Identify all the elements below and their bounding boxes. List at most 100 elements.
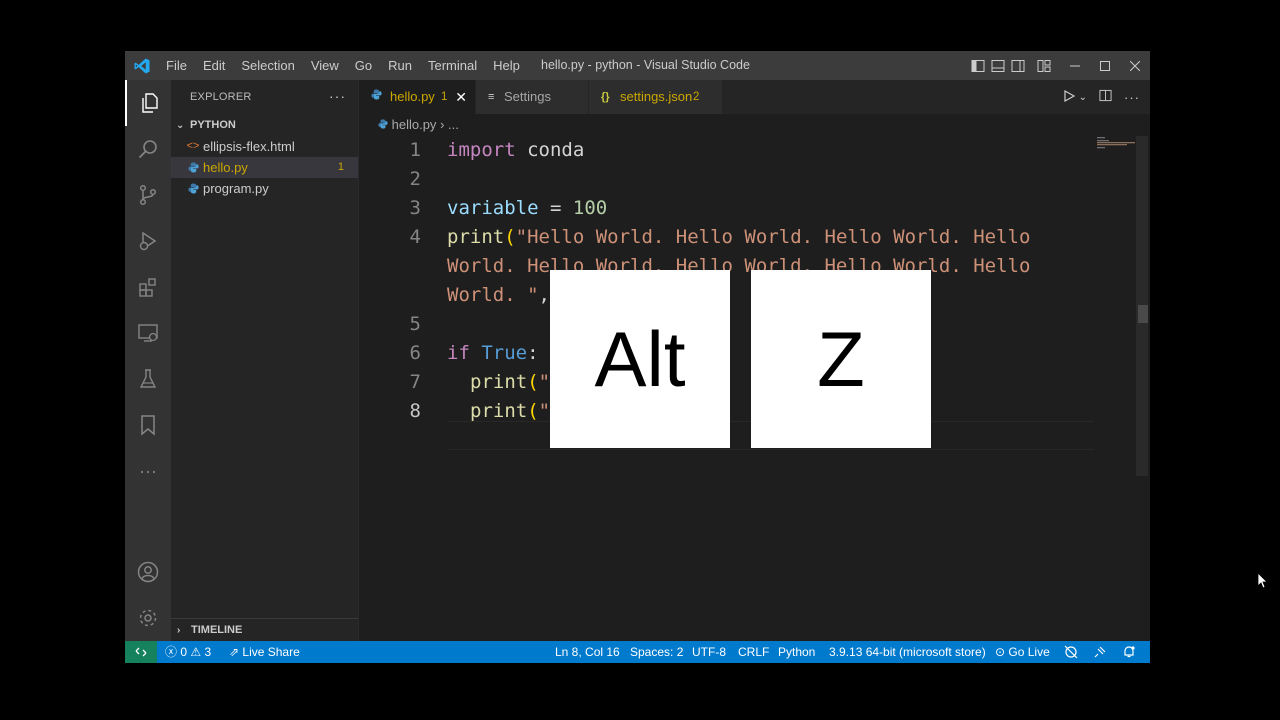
- python-file-icon: [186, 178, 200, 202]
- extensions-icon[interactable]: [125, 264, 171, 310]
- menu-selection[interactable]: Selection: [241, 58, 294, 73]
- vscode-logo-icon: [134, 58, 150, 74]
- eol-setting[interactable]: CRLF: [738, 641, 769, 663]
- live-share-label: Live Share: [242, 645, 300, 659]
- manage-gear-icon[interactable]: [125, 595, 171, 641]
- menu-edit[interactable]: Edit: [203, 58, 225, 73]
- tab-hello-py[interactable]: hello.py 1 ✕: [359, 80, 476, 114]
- file-ellipsis-flex-html[interactable]: <> ellipsis-flex.html: [171, 136, 358, 157]
- notifications-bell-icon[interactable]: [1122, 641, 1136, 663]
- tab-bar: hello.py 1 ✕ ≡ Settings {} settings.json…: [359, 80, 1150, 114]
- explorer-more-actions[interactable]: ···: [329, 80, 346, 112]
- folder-label: PYTHON: [190, 119, 236, 131]
- toggle-panel-icon[interactable]: [988, 51, 1008, 80]
- python-interpreter[interactable]: 3.9.13 64-bit (microsoft store): [829, 641, 986, 663]
- line-number: 4: [409, 226, 421, 248]
- toggle-sidebar-icon[interactable]: [968, 51, 988, 80]
- code-line-4-wrap-2: World. ",: [447, 284, 550, 306]
- customize-layout-icon[interactable]: [1034, 51, 1054, 80]
- tab-problem-badge: 1: [441, 91, 448, 103]
- code-line-8: print(": [470, 400, 551, 422]
- minimap[interactable]: [1097, 136, 1137, 150]
- warning-icon: ⚠: [190, 645, 202, 659]
- go-live-label: Go Live: [1008, 645, 1050, 659]
- run-dropdown-chevron-icon[interactable]: ⌄: [1079, 92, 1087, 103]
- search-icon[interactable]: [125, 126, 171, 172]
- file-name: ellipsis-flex.html: [203, 139, 295, 154]
- explorer-sidebar: EXPLORER ··· ⌄ PYTHON <> ellipsis-flex.ht…: [171, 80, 359, 641]
- timeline-label: TIMELINE: [191, 624, 243, 636]
- problems-indicator[interactable]: ⓧ 0 ⚠ 3: [165, 641, 211, 663]
- json-braces-icon: {}: [601, 91, 610, 103]
- menu-help[interactable]: Help: [493, 58, 520, 73]
- menu-bar: File Edit Selection View Go Run Terminal…: [166, 51, 536, 80]
- menu-terminal[interactable]: Terminal: [428, 58, 477, 73]
- maximize-button[interactable]: [1090, 51, 1120, 80]
- indentation-setting[interactable]: Spaces: 2: [630, 641, 683, 663]
- error-icon: ⓧ: [165, 645, 178, 659]
- live-share-button[interactable]: ⇗ Live Share: [229, 641, 300, 663]
- window-title: hello.py - python - Visual Studio Code: [541, 58, 750, 72]
- tab-label: Settings: [504, 89, 551, 104]
- file-hello-py[interactable]: hello.py 1: [171, 157, 358, 178]
- line-number: 3: [409, 197, 421, 219]
- status-bar: ⓧ 0 ⚠ 3 ⇗ Live Share Ln 8, Col 16 Spaces…: [125, 641, 1150, 663]
- keystroke-z-overlay: Z: [751, 270, 931, 448]
- menu-view[interactable]: View: [311, 58, 339, 73]
- file-program-py[interactable]: program.py: [171, 178, 358, 199]
- live-share-icon: ⇗: [229, 645, 240, 659]
- scrollbar-thumb[interactable]: [1138, 305, 1148, 323]
- title-bar: File Edit Selection View Go Run Terminal…: [125, 51, 1150, 80]
- folder-python[interactable]: ⌄ PYTHON: [171, 114, 358, 136]
- close-button[interactable]: [1120, 51, 1150, 80]
- run-python-icon[interactable]: [1063, 89, 1075, 105]
- settings-list-icon: ≡: [488, 91, 495, 103]
- code-line-4: print("Hello World. Hello World. Hello W…: [447, 226, 1031, 248]
- encoding-setting[interactable]: UTF-8: [692, 641, 726, 663]
- line-number: 6: [409, 342, 421, 364]
- warning-count: 3: [204, 645, 212, 659]
- timeline-section[interactable]: › TIMELINE: [171, 618, 358, 641]
- explorer-title: EXPLORER: [190, 91, 252, 103]
- breadcrumb-file[interactable]: hello.py: [392, 117, 437, 132]
- python-file-icon: [378, 117, 392, 132]
- breadcrumb: hello.py › ...: [378, 114, 459, 136]
- keystroke-alt-overlay: Alt: [550, 270, 730, 448]
- python-file-icon: [371, 80, 382, 114]
- feedback-icon[interactable]: [1093, 641, 1107, 663]
- menu-run[interactable]: Run: [388, 58, 412, 73]
- line-number: 2: [409, 168, 421, 190]
- go-live-button[interactable]: ⊙ Go Live: [995, 641, 1050, 663]
- editor-actions: ⌄ ···: [1051, 80, 1140, 114]
- tab-settings-json[interactable]: {} settings.json 2: [589, 80, 723, 114]
- breadcrumb-rest[interactable]: ...: [448, 117, 459, 132]
- tab-label: settings.json: [620, 89, 693, 104]
- code-line-3: variable = 100: [447, 197, 608, 219]
- split-editor-icon[interactable]: [1099, 89, 1112, 105]
- file-name: program.py: [203, 181, 269, 196]
- close-tab-icon[interactable]: ✕: [455, 80, 467, 114]
- explorer-icon[interactable]: [125, 80, 171, 126]
- line-number: 7: [409, 371, 421, 393]
- remote-indicator-icon[interactable]: [125, 641, 157, 663]
- line-number: 5: [409, 313, 421, 335]
- minimize-button[interactable]: [1060, 51, 1090, 80]
- copilot-disabled-icon[interactable]: [1064, 641, 1078, 663]
- testing-icon[interactable]: [125, 356, 171, 402]
- run-debug-icon[interactable]: [125, 218, 171, 264]
- more-icon[interactable]: ···: [125, 448, 171, 494]
- menu-go[interactable]: Go: [355, 58, 372, 73]
- cursor-position[interactable]: Ln 8, Col 16: [555, 641, 620, 663]
- more-actions-icon[interactable]: ···: [1124, 90, 1140, 105]
- accounts-icon[interactable]: [125, 549, 171, 595]
- remote-explorer-icon[interactable]: [125, 310, 171, 356]
- source-control-icon[interactable]: [125, 172, 171, 218]
- bookmarks-icon[interactable]: [125, 402, 171, 448]
- chevron-right-icon: ›: [177, 625, 181, 636]
- tab-settings[interactable]: ≡ Settings: [476, 80, 589, 114]
- language-mode[interactable]: Python: [778, 641, 815, 663]
- toggle-secondary-sidebar-icon[interactable]: [1008, 51, 1028, 80]
- activity-bar: ···: [125, 80, 171, 641]
- line-number: 8: [409, 400, 421, 422]
- menu-file[interactable]: File: [166, 58, 187, 73]
